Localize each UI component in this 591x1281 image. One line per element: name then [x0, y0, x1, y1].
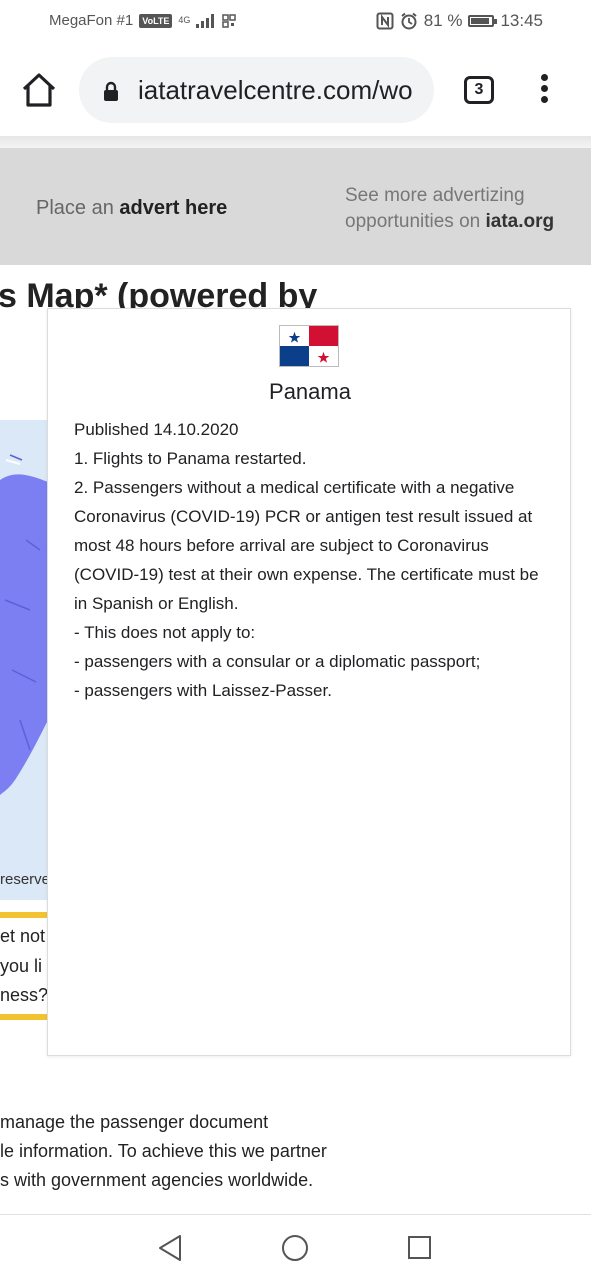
callout-line: ness?	[0, 985, 49, 1005]
popup-country-name: Panama	[269, 379, 351, 404]
about-paragraph: manage the passenger document le informa…	[0, 1108, 327, 1195]
advert-cta-prefix: Place an	[36, 197, 120, 219]
back-icon[interactable]	[157, 1234, 183, 1262]
toolbar-divider	[0, 136, 591, 148]
tab-switcher-icon[interactable]: 3	[464, 76, 494, 104]
data-saver-icon	[222, 13, 237, 28]
lock-icon	[104, 81, 118, 101]
status-bar: MegaFon #1 VoLTE 4G 81 % 13:45	[0, 0, 591, 44]
popup-body: Published 14.10.2020 1. Flights to Panam…	[74, 415, 554, 705]
url-text: iatatravelcentre.com/wo	[138, 75, 413, 105]
restriction-line: 1. Flights to Panama restarted.	[74, 449, 307, 468]
signal-icon	[196, 13, 215, 28]
restriction-line: - This does not apply to:	[74, 623, 256, 642]
advert-more-prefix: opportunities on	[345, 211, 486, 232]
recents-icon[interactable]	[408, 1236, 431, 1259]
restriction-line: - passengers with Laissez-Passer.	[74, 681, 332, 700]
about-line: s with government agencies worldwide.	[0, 1170, 314, 1190]
callout-line: et not	[0, 926, 46, 946]
more-vert-icon[interactable]	[535, 74, 553, 108]
advert-more-bold: iata.org	[485, 211, 555, 232]
status-right: 81 % 13:45	[376, 11, 543, 31]
home-circle-icon[interactable]	[282, 1235, 308, 1261]
map-landmass	[0, 454, 48, 795]
restriction-line: 2. Passengers without a medical certific…	[74, 478, 539, 613]
advert-cta-bold: advert here	[119, 197, 228, 219]
status-left: MegaFon #1 VoLTE 4G	[49, 12, 237, 29]
home-icon[interactable]	[20, 72, 58, 108]
battery-icon	[468, 15, 498, 27]
volte-badge: VoLTE	[139, 13, 173, 28]
alarm-icon	[401, 12, 417, 30]
advert-cta[interactable]: Place an advert here	[36, 197, 227, 220]
info-callout: et not you li ness?	[0, 912, 48, 1020]
published-date: Published 14.10.2020	[74, 420, 239, 439]
advert-banner[interactable]: Place an advert here See more advertizin…	[0, 148, 591, 265]
clock: 13:45	[500, 11, 543, 30]
carrier-label: MegaFon #1	[49, 12, 134, 29]
country-popup[interactable]: Panama Published 14.10.2020 1. Flights t…	[47, 308, 571, 1056]
about-line: manage the passenger document	[0, 1112, 269, 1132]
about-line: le information. To achieve this we partn…	[0, 1141, 327, 1161]
system-nav-bar	[0, 1214, 591, 1281]
browser-toolbar: iatatravelcentre.com/wo 3	[0, 44, 591, 136]
restriction-line: - passengers with a consular or a diplom…	[74, 652, 481, 671]
panama-flag-icon	[279, 325, 339, 367]
map-copyright: reserve	[0, 871, 51, 888]
network-type: 4G	[178, 15, 191, 25]
callout-line: you li	[0, 956, 43, 976]
battery-percent: 81 %	[423, 11, 463, 30]
advert-more-link[interactable]: See more advertizing opportunities on ia…	[345, 183, 554, 235]
advert-more-line1: See more advertizing	[345, 185, 525, 206]
address-bar[interactable]: iatatravelcentre.com/wo	[79, 57, 434, 123]
nfc-icon	[376, 12, 394, 30]
world-map[interactable]	[0, 420, 48, 900]
